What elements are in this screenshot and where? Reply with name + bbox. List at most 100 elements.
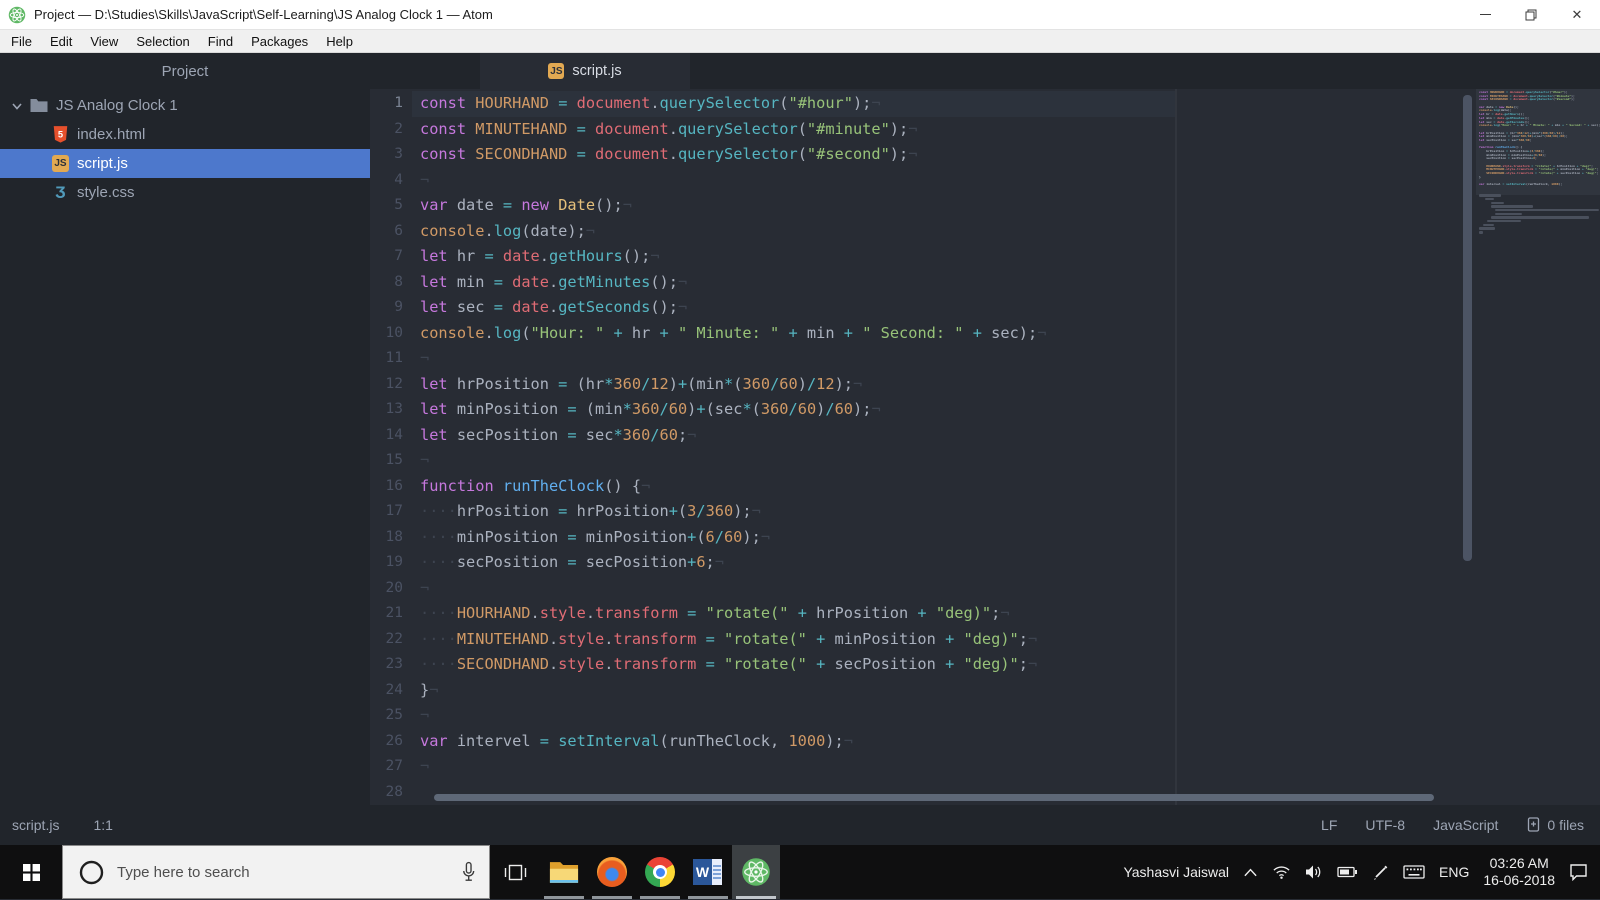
line-number[interactable]: 20 (370, 576, 412, 602)
tree-folder-js-analog-clock-1[interactable]: JS Analog Clock 1 (0, 91, 370, 120)
gutter[interactable]: 1234567891011121314151617181920212223242… (370, 91, 412, 805)
minimize-button[interactable] (1462, 0, 1508, 29)
menu-edit[interactable]: Edit (41, 30, 81, 53)
menu-find[interactable]: Find (199, 30, 242, 53)
code-line-28[interactable] (420, 780, 1046, 806)
action-center-icon[interactable] (1569, 863, 1588, 881)
speaker-icon[interactable] (1305, 864, 1323, 880)
code-line-4[interactable]: ¬ (420, 168, 1046, 194)
code-line-6[interactable]: console.log(date);¬ (420, 219, 1046, 245)
microphone-icon[interactable] (461, 862, 476, 883)
code-line-22[interactable]: ····MINUTEHAND.style.transform = "rotate… (420, 627, 1046, 653)
code-line-18[interactable]: ····minPosition = minPosition+(6/60);¬ (420, 525, 1046, 551)
code-line-27[interactable]: ¬ (420, 754, 1046, 780)
line-number[interactable]: 1 (370, 91, 412, 117)
code-line-2[interactable]: const MINUTEHAND = document.querySelecto… (420, 117, 1046, 143)
menu-file[interactable]: File (2, 30, 41, 53)
tab-script-js[interactable]: JS script.js (480, 53, 690, 89)
line-number[interactable]: 11 (370, 346, 412, 372)
line-number[interactable]: 18 (370, 525, 412, 551)
code-line-14[interactable]: let secPosition = sec*360/60;¬ (420, 423, 1046, 449)
line-number[interactable]: 9 (370, 295, 412, 321)
code-line-13[interactable]: let minPosition = (min*360/60)+(sec*(360… (420, 397, 1046, 423)
taskbar-app-word[interactable]: W (684, 845, 732, 899)
tree-file-index-html[interactable]: 5 index.html (0, 120, 370, 149)
minimap[interactable]: const HOURHAND = document.querySelector(… (1476, 89, 1600, 805)
language-indicator[interactable]: ENG (1439, 864, 1469, 880)
start-button[interactable] (0, 845, 62, 899)
task-view-button[interactable] (490, 845, 540, 899)
line-number[interactable]: 5 (370, 193, 412, 219)
status-line-ending[interactable]: LF (1321, 817, 1337, 833)
line-number[interactable]: 21 (370, 601, 412, 627)
taskbar-clock[interactable]: 03:26 AM 16-06-2018 (1483, 855, 1555, 889)
taskbar-search-input[interactable]: Type here to search (62, 845, 490, 899)
status-encoding[interactable]: UTF-8 (1365, 817, 1405, 833)
code-line-20[interactable]: ¬ (420, 576, 1046, 602)
line-number[interactable]: 4 (370, 168, 412, 194)
code-line-15[interactable]: ¬ (420, 448, 1046, 474)
status-grammar[interactable]: JavaScript (1433, 817, 1498, 833)
line-number[interactable]: 17 (370, 499, 412, 525)
wifi-icon[interactable] (1272, 864, 1291, 880)
taskbar-app-file-explorer[interactable] (540, 845, 588, 899)
menu-packages[interactable]: Packages (242, 30, 317, 53)
line-number[interactable]: 14 (370, 423, 412, 449)
line-number[interactable]: 24 (370, 678, 412, 704)
vertical-scrollbar[interactable] (1463, 95, 1472, 561)
code-line-8[interactable]: let min = date.getMinutes();¬ (420, 270, 1046, 296)
line-number[interactable]: 6 (370, 219, 412, 245)
code-line-26[interactable]: var intervel = setInterval(runTheClock, … (420, 729, 1046, 755)
line-number[interactable]: 2 (370, 117, 412, 143)
code-line-24[interactable]: }¬ (420, 678, 1046, 704)
status-cursor-position[interactable]: 1:1 (93, 817, 112, 833)
close-button[interactable]: ✕ (1554, 0, 1600, 29)
code-area[interactable]: const HOURHAND = document.querySelector(… (420, 91, 1046, 805)
git-status[interactable]: 0 files (1526, 817, 1584, 833)
pen-icon[interactable] (1372, 864, 1389, 881)
line-number[interactable]: 27 (370, 754, 412, 780)
code-line-5[interactable]: var date = new Date();¬ (420, 193, 1046, 219)
line-number[interactable]: 15 (370, 448, 412, 474)
line-number[interactable]: 8 (370, 270, 412, 296)
code-line-10[interactable]: console.log("Hour: " + hr + " Minute: " … (420, 321, 1046, 347)
code-line-16[interactable]: function runTheClock() {¬ (420, 474, 1046, 500)
taskbar-app-atom[interactable] (732, 845, 780, 899)
line-number[interactable]: 23 (370, 652, 412, 678)
line-number[interactable]: 22 (370, 627, 412, 653)
menu-view[interactable]: View (81, 30, 127, 53)
taskbar-app-firefox[interactable] (588, 845, 636, 899)
line-number[interactable]: 26 (370, 729, 412, 755)
line-number[interactable]: 28 (370, 780, 412, 806)
tray-user-label[interactable]: Yashasvi Jaiswal (1123, 864, 1229, 880)
text-editor[interactable]: 1234567891011121314151617181920212223242… (370, 89, 1600, 805)
line-number[interactable]: 16 (370, 474, 412, 500)
taskbar-app-chrome[interactable] (636, 845, 684, 899)
code-line-1[interactable]: const HOURHAND = document.querySelector(… (420, 91, 1046, 117)
code-line-9[interactable]: let sec = date.getSeconds();¬ (420, 295, 1046, 321)
tree-file-script-js[interactable]: JS script.js (0, 149, 370, 178)
line-number[interactable]: 12 (370, 372, 412, 398)
code-line-23[interactable]: ····SECONDHAND.style.transform = "rotate… (420, 652, 1046, 678)
code-line-12[interactable]: let hrPosition = (hr*360/12)+(min*(360/6… (420, 372, 1046, 398)
chevron-up-icon[interactable] (1243, 867, 1258, 878)
code-line-7[interactable]: let hr = date.getHours();¬ (420, 244, 1046, 270)
code-line-11[interactable]: ¬ (420, 346, 1046, 372)
menu-help[interactable]: Help (317, 30, 362, 53)
line-number[interactable]: 13 (370, 397, 412, 423)
code-line-3[interactable]: const SECONDHAND = document.querySelecto… (420, 142, 1046, 168)
restore-button[interactable] (1508, 0, 1554, 29)
line-number[interactable]: 7 (370, 244, 412, 270)
code-line-21[interactable]: ····HOURHAND.style.transform = "rotate("… (420, 601, 1046, 627)
menu-selection[interactable]: Selection (127, 30, 198, 53)
line-number[interactable]: 3 (370, 142, 412, 168)
touch-keyboard-icon[interactable] (1403, 864, 1425, 880)
tree-file-style-css[interactable]: Ӡ style.css (0, 178, 370, 207)
line-number[interactable]: 25 (370, 703, 412, 729)
horizontal-scrollbar[interactable] (434, 794, 1434, 801)
code-line-25[interactable]: ¬ (420, 703, 1046, 729)
line-number[interactable]: 19 (370, 550, 412, 576)
line-number[interactable]: 10 (370, 321, 412, 347)
battery-icon[interactable] (1337, 864, 1358, 880)
code-line-17[interactable]: ····hrPosition = hrPosition+(3/360);¬ (420, 499, 1046, 525)
